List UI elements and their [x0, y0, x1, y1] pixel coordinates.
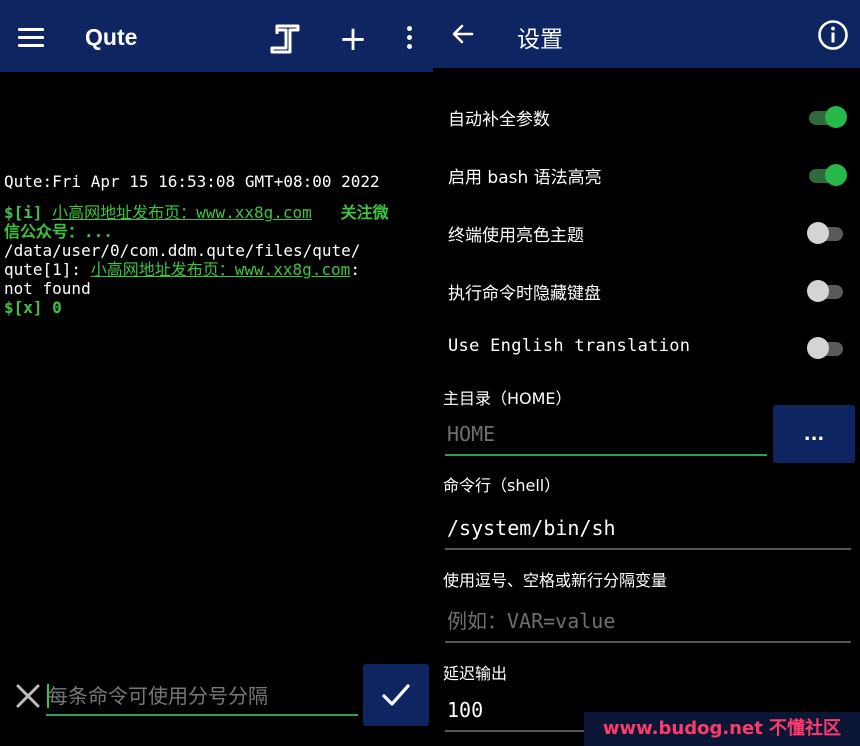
tab-switch-icon[interactable]: [268, 22, 302, 56]
screen: Qute + Qute:Fri Apr 15 16:53:08 GMT+08:0…: [0, 0, 860, 746]
light-theme-switch[interactable]: [807, 222, 847, 244]
setting-english[interactable]: Use English translation: [433, 319, 860, 377]
terminal-line: 信公众号：...: [4, 222, 113, 241]
setting-light-theme[interactable]: 终端使用亮色主题: [433, 204, 860, 262]
terminal-link[interactable]: 小高网地址发布页：www.xx8g.com: [52, 203, 312, 222]
env-label: 使用逗号、空格或新行分隔变量: [443, 571, 668, 590]
terminal-panel: Qute + Qute:Fri Apr 15 16:53:08 GMT+08:0…: [0, 0, 433, 746]
command-bar: [0, 660, 433, 746]
english-switch[interactable]: [807, 337, 847, 359]
close-icon[interactable]: [14, 682, 42, 710]
terminal-line: $[i] 小高网地址发布页：www.xx8g.com 关注微: [4, 203, 429, 222]
terminal-line: /data/user/0/com.ddm.qute/files/qute/: [4, 241, 361, 260]
page-title: 设置: [517, 27, 563, 53]
app-title: Qute: [85, 24, 138, 50]
setting-bash-highlight[interactable]: 启用 bash 语法高亮: [433, 146, 860, 204]
menu-icon[interactable]: [18, 28, 44, 48]
terminal-app-bar: Qute +: [0, 0, 433, 72]
setting-label: 启用 bash 语法高亮: [448, 168, 602, 188]
check-icon: [382, 684, 410, 706]
setting-label: 自动补全参数: [448, 110, 550, 130]
terminal-line: not found: [4, 279, 91, 298]
hide-keyboard-switch[interactable]: [807, 280, 847, 302]
terminal-text: qute[1]:: [4, 260, 91, 279]
run-command-button[interactable]: [363, 664, 429, 726]
autocomplete-switch[interactable]: [807, 106, 847, 128]
shell-label: 命令行（shell）: [443, 476, 561, 495]
bash-highlight-switch[interactable]: [807, 164, 847, 186]
terminal-line: Qute:Fri Apr 15 16:53:08 GMT+08:00 2022: [4, 172, 380, 191]
home-label: 主目录（HOME）: [443, 389, 572, 408]
browse-button[interactable]: ...: [773, 405, 855, 463]
setting-hide-keyboard[interactable]: 执行命令时隐藏键盘: [433, 262, 860, 320]
delay-label: 延迟输出: [443, 664, 508, 683]
setting-label: 执行命令时隐藏键盘: [448, 284, 601, 304]
terminal-line: $[x] 0: [4, 298, 62, 317]
plus-icon[interactable]: +: [338, 22, 368, 56]
terminal-prompt: $[i]: [4, 203, 53, 222]
command-input[interactable]: [46, 678, 358, 716]
terminal-link[interactable]: 小高网地址发布页：www.xx8g.com: [91, 260, 351, 279]
terminal-text: :: [350, 260, 360, 279]
terminal-text: 关注微: [311, 203, 389, 222]
setting-autocomplete[interactable]: 自动补全参数: [433, 88, 860, 146]
terminal-output: Qute:Fri Apr 15 16:53:08 GMT+08:00 2022 …: [4, 172, 429, 317]
env-input[interactable]: [445, 601, 851, 643]
settings-panel: 设置 自动补全参数 启用 bash 语法高亮 终端使用亮色主题 执行命令时隐藏键…: [433, 0, 860, 746]
arrow-left-icon[interactable]: [451, 22, 475, 46]
setting-label: Use English translation: [448, 336, 691, 356]
watermark: www.budog.net 不懂社区: [584, 712, 860, 746]
terminal-line: qute[1]: 小高网地址发布页：www.xx8g.com:: [4, 260, 429, 279]
home-input[interactable]: [445, 414, 767, 456]
setting-label: 终端使用亮色主题: [448, 226, 584, 246]
text-cursor: [47, 684, 49, 708]
settings-app-bar: 设置: [433, 0, 860, 68]
more-vert-icon[interactable]: [400, 26, 418, 52]
shell-input[interactable]: [445, 508, 851, 550]
info-icon[interactable]: [817, 19, 849, 51]
